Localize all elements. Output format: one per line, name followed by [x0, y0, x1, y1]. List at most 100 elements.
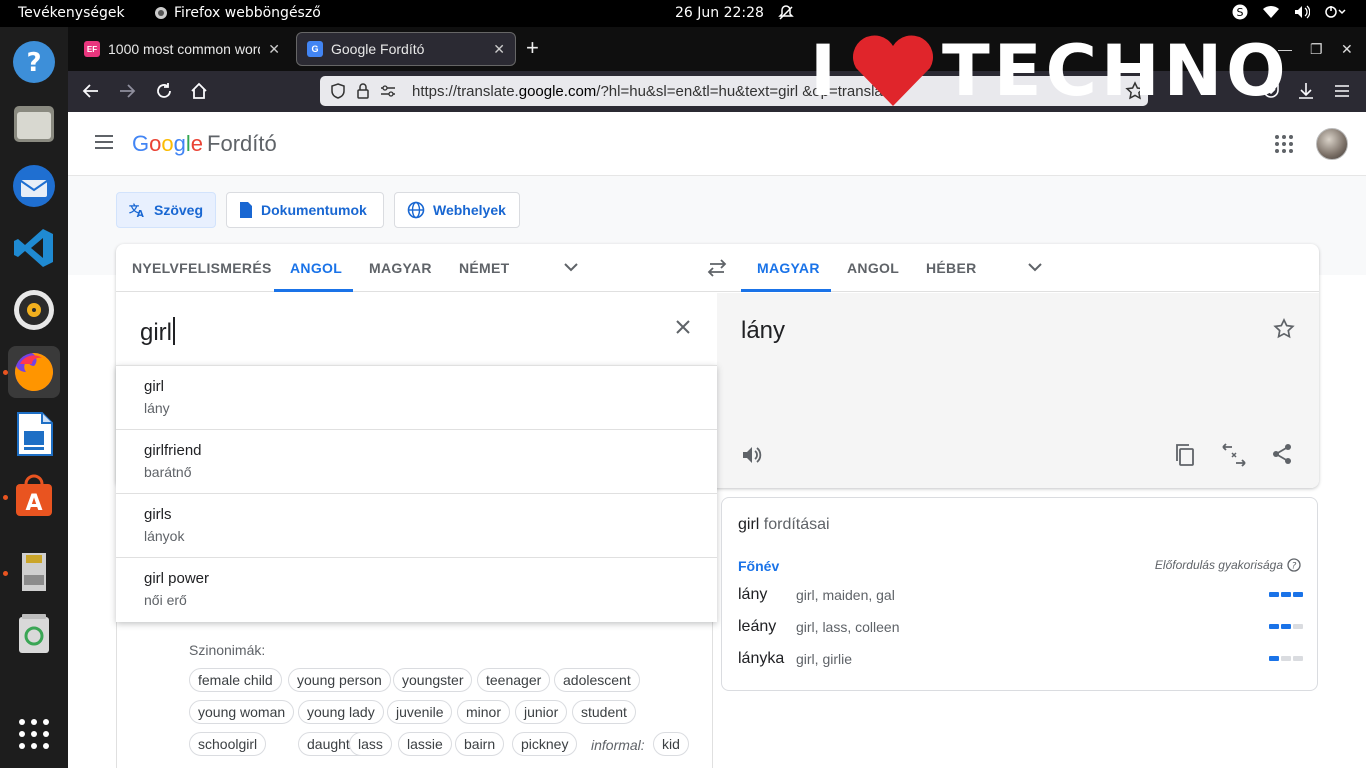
- notifications-muted-icon[interactable]: [778, 4, 794, 22]
- informal-label: informal:: [591, 737, 645, 753]
- translation-row[interactable]: lány girl, maiden, gal: [738, 584, 1303, 608]
- mode-label: Webhelyek: [433, 202, 506, 218]
- downloads-icon[interactable]: [1297, 82, 1315, 100]
- copy-translation-icon[interactable]: [1175, 443, 1195, 467]
- firefox-icon[interactable]: [8, 346, 60, 398]
- target-text-pane: lány: [717, 293, 1319, 488]
- synonym-chip[interactable]: youngster: [393, 668, 473, 692]
- power-icon[interactable]: [1324, 5, 1346, 19]
- pocket-icon[interactable]: [1262, 83, 1280, 99]
- synonym-chip[interactable]: adolescent: [554, 668, 640, 692]
- suggestion-item[interactable]: girl lány: [116, 366, 717, 430]
- source-lang-hungarian[interactable]: MAGYAR: [369, 260, 432, 276]
- clear-source-icon[interactable]: [674, 318, 692, 336]
- tab-google-translate[interactable]: G Google Fordító ✕: [296, 32, 516, 66]
- suggestion-item[interactable]: girlfriend barátnő: [116, 430, 717, 494]
- wifi-icon[interactable]: [1262, 5, 1280, 19]
- help-icon[interactable]: ?: [8, 36, 60, 88]
- source-lang-more-icon[interactable]: [562, 260, 580, 274]
- permissions-icon[interactable]: [380, 84, 396, 98]
- tracking-protection-icon[interactable]: [330, 83, 346, 99]
- running-indicator: [3, 495, 8, 500]
- synonym-chip[interactable]: junior: [515, 700, 568, 724]
- close-tab-icon[interactable]: ✕: [268, 41, 280, 58]
- menu-icon[interactable]: [1334, 84, 1350, 98]
- source-lang-underline: [274, 289, 353, 292]
- show-apps-icon[interactable]: [8, 708, 60, 760]
- target-lang-hebrew[interactable]: HÉBER: [926, 260, 977, 276]
- synonym-chip[interactable]: pickney: [512, 732, 578, 756]
- close-tab-icon[interactable]: ✕: [493, 41, 505, 58]
- bookmark-star-icon[interactable]: [1125, 81, 1145, 101]
- files-icon[interactable]: [8, 98, 60, 150]
- target-lang-more-icon[interactable]: [1026, 260, 1044, 274]
- synonym-chip[interactable]: young person: [288, 668, 391, 692]
- target-lang-english[interactable]: ANGOL: [847, 260, 899, 276]
- maximize-icon[interactable]: ❐: [1310, 41, 1323, 58]
- libreoffice-writer-icon[interactable]: [8, 408, 60, 460]
- synonym-chip[interactable]: student: [572, 700, 636, 724]
- mode-documents-button[interactable]: Dokumentumok: [226, 192, 384, 228]
- synonym-chip[interactable]: schoolgirl: [189, 732, 267, 756]
- rhythmbox-icon[interactable]: [8, 284, 60, 336]
- forward-icon[interactable]: [118, 82, 136, 100]
- google-translate-logo[interactable]: Google Fordító: [132, 131, 277, 157]
- vscode-icon[interactable]: [8, 222, 60, 274]
- listen-speaker-icon[interactable]: [741, 445, 763, 465]
- translation-synonyms: girl, maiden, gal: [796, 587, 895, 603]
- help-circle-icon[interactable]: ?: [1287, 558, 1301, 572]
- source-text-input[interactable]: girl: [140, 317, 176, 347]
- svg-text:S: S: [1237, 6, 1244, 19]
- system-tray[interactable]: S: [1232, 4, 1346, 20]
- synonym-chip[interactable]: young woman: [189, 700, 295, 724]
- google-apps-icon[interactable]: [1274, 134, 1294, 154]
- save-translation-star-icon[interactable]: [1273, 318, 1295, 340]
- globe-icon: [407, 201, 425, 219]
- suggestion-item[interactable]: girl power női erő: [116, 558, 717, 622]
- ubuntu-dock: ? A: [0, 27, 68, 768]
- synonym-chip[interactable]: young lady: [298, 700, 384, 724]
- source-lang-detect[interactable]: NYELVFELISMERÉS: [132, 260, 272, 276]
- activities-button[interactable]: Tevékenységek: [18, 5, 125, 21]
- rate-translation-icon[interactable]: [1221, 443, 1247, 467]
- synonym-chip[interactable]: teenager: [477, 668, 551, 692]
- suggestion-item[interactable]: girls lányok: [116, 494, 717, 558]
- target-lang-underline: [741, 289, 831, 292]
- volume-icon[interactable]: [1294, 5, 1310, 19]
- share-translation-icon[interactable]: [1271, 443, 1293, 465]
- thunderbird-icon[interactable]: [8, 160, 60, 212]
- main-menu-icon[interactable]: [94, 134, 114, 150]
- close-window-icon[interactable]: ✕: [1341, 41, 1353, 58]
- target-lang-hungarian[interactable]: MAGYAR: [757, 260, 820, 276]
- clock[interactable]: 26 Jun 22:28: [675, 5, 764, 21]
- synonym-chip[interactable]: minor: [457, 700, 511, 724]
- source-lang-english[interactable]: ANGOL: [290, 260, 342, 276]
- synonym-chip[interactable]: lassie: [398, 732, 452, 756]
- app-menu[interactable]: Firefox webböngésző: [154, 5, 321, 21]
- suggestion-translation: női erő: [144, 592, 187, 608]
- synonym-chip[interactable]: bairn: [455, 732, 505, 756]
- mode-text-button[interactable]: 文A Szöveg: [116, 192, 216, 228]
- home-icon[interactable]: [190, 82, 208, 100]
- new-tab-icon[interactable]: +: [526, 37, 539, 59]
- source-lang-german[interactable]: NÉMET: [459, 260, 510, 276]
- reload-icon[interactable]: [155, 82, 173, 100]
- swap-languages-icon[interactable]: [706, 258, 728, 278]
- mode-websites-button[interactable]: Webhelyek: [394, 192, 520, 228]
- sd-card-icon[interactable]: [8, 546, 60, 598]
- synonym-chip[interactable]: kid: [653, 732, 689, 756]
- back-icon[interactable]: [82, 82, 100, 100]
- synonym-chip[interactable]: female child: [189, 668, 282, 692]
- tab-1000-words[interactable]: EF 1000 most common words ✕: [74, 32, 290, 66]
- synonym-chip[interactable]: juvenile: [387, 700, 453, 724]
- translation-row[interactable]: leány girl, lass, colleen: [738, 616, 1303, 640]
- synonym-chip[interactable]: lass: [349, 732, 392, 756]
- url-bar[interactable]: https://translate.google.com/?hl=hu&sl=e…: [320, 76, 1148, 106]
- account-avatar[interactable]: [1316, 128, 1348, 160]
- translation-row[interactable]: lányka girl, girlie: [738, 648, 1303, 672]
- trash-icon[interactable]: [8, 608, 60, 660]
- minimize-icon[interactable]: —: [1278, 41, 1292, 57]
- software-center-icon[interactable]: A: [8, 470, 60, 522]
- lock-icon[interactable]: [356, 83, 370, 99]
- skype-icon[interactable]: S: [1232, 4, 1248, 20]
